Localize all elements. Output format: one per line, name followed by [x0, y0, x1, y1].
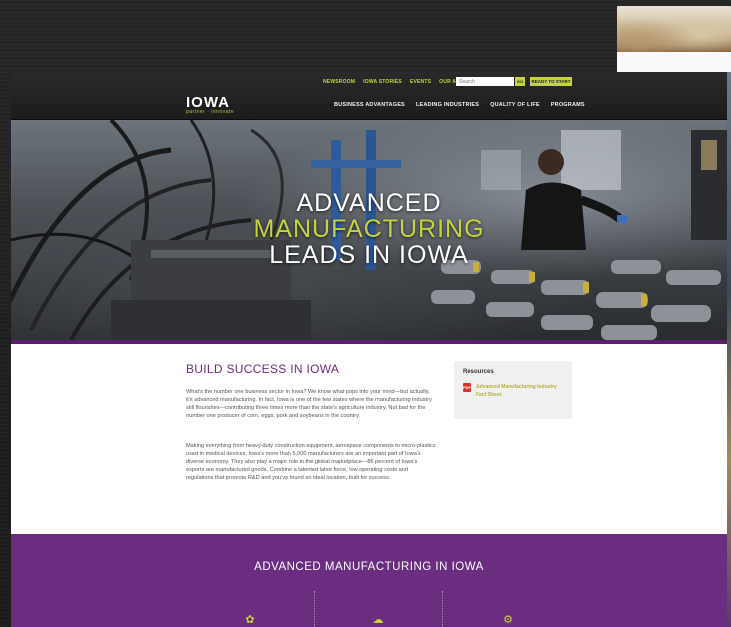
- resources-title: Resources: [463, 369, 494, 375]
- util-nav-newsroom[interactable]: NEWSROOM: [323, 79, 355, 85]
- utility-nav: NEWSROOM IOWA STORIES EVENTS OUR AGENCY: [323, 79, 475, 85]
- search-input[interactable]: [456, 77, 514, 86]
- nav-programs[interactable]: PROGRAMS: [551, 102, 585, 108]
- thumbnail-caption-area: [617, 52, 731, 72]
- website-screenshot: IOWA partner · innovate NEWSROOM IOWA ST…: [11, 72, 727, 627]
- util-nav-events[interactable]: EVENTS: [410, 79, 431, 85]
- logo-tagline: partner · innovate: [186, 109, 235, 115]
- nav-leading-industries[interactable]: LEADING INDUSTRIES: [416, 102, 479, 108]
- hero-banner: ADVANCED MANUFACTURING LEADS IN IOWA: [11, 120, 727, 340]
- column-divider: [314, 591, 315, 627]
- site-header: IOWA partner · innovate NEWSROOM IOWA ST…: [11, 72, 727, 120]
- resources-box: Resources PDF Advanced Manufacturing Ind…: [454, 361, 572, 419]
- flower-icon: ✿: [245, 614, 255, 626]
- band-title: ADVANCED MANUFACTURING IN IOWA: [254, 561, 484, 573]
- pdf-icon: PDF: [463, 383, 471, 392]
- thumbnail-image[interactable]: [617, 6, 731, 52]
- fact-sheet-link[interactable]: Advanced Manufacturing Industry Fact She…: [476, 383, 566, 399]
- column-divider: [442, 591, 443, 627]
- search-go-button[interactable]: GO: [515, 77, 525, 86]
- stats-band: ADVANCED MANUFACTURING IN IOWA ✿ ☁ ⚙: [11, 534, 727, 627]
- util-nav-iowa-stories[interactable]: IOWA STORIES: [363, 79, 402, 85]
- gears-icon: ⚙: [503, 614, 513, 626]
- hero-title-line1: ADVANCED: [296, 189, 442, 217]
- intro-paragraph: What's the number one business sector in…: [186, 389, 432, 419]
- hero-title-line3: LEADS IN IOWA: [269, 241, 469, 269]
- nav-business-advantages[interactable]: BUSINESS ADVANTAGES: [334, 102, 405, 108]
- hero-title-line2: MANUFACTURING: [253, 215, 485, 243]
- main-nav: BUSINESS ADVANTAGES LEADING INDUSTRIES Q…: [334, 102, 585, 108]
- nav-quality-of-life[interactable]: QUALITY OF LIFE: [490, 102, 540, 108]
- hero-accent-bar: [11, 340, 727, 344]
- section-title: BUILD SUCCESS IN IOWA: [186, 362, 340, 376]
- ready-to-start-button[interactable]: READY TO START: [530, 77, 572, 86]
- detail-paragraph: Making everything from heavy-duty constr…: [186, 443, 436, 481]
- adjacent-slide-edge: [727, 72, 731, 627]
- chef-hat-icon: ☁: [372, 614, 384, 626]
